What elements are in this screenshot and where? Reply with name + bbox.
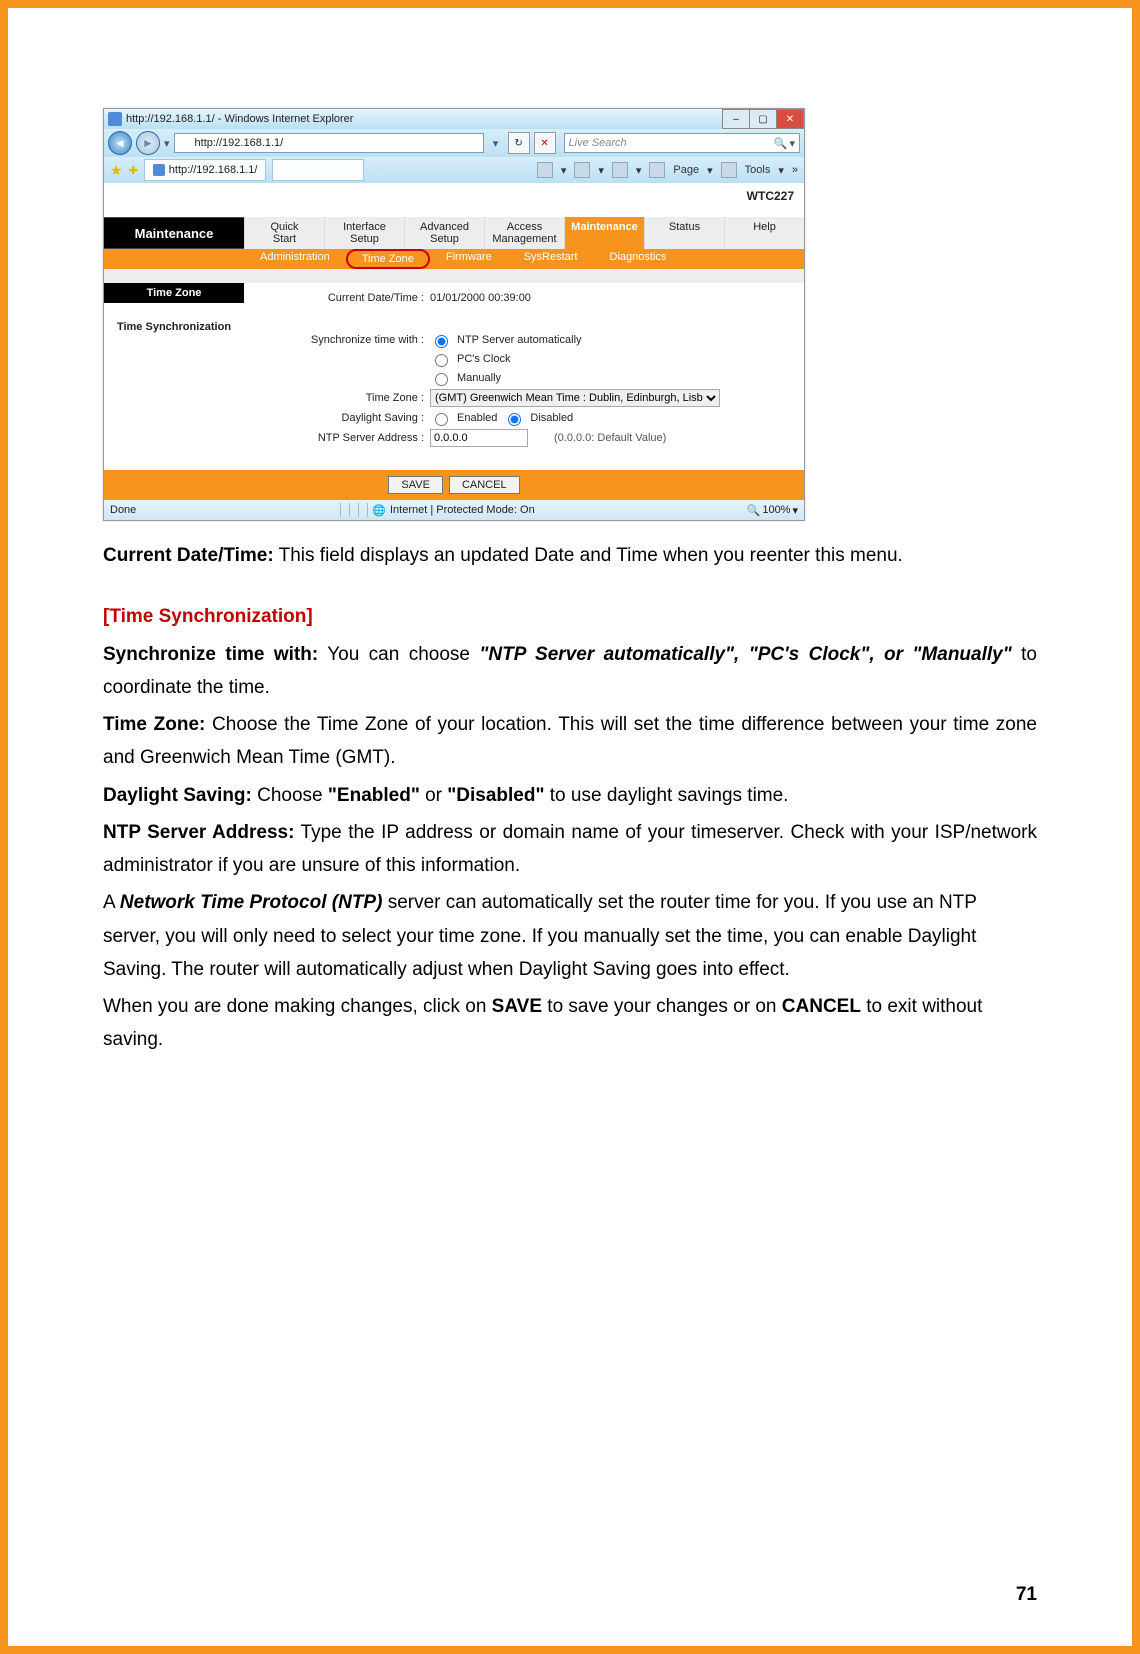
search-dropdown-icon[interactable]: ▾ [789, 137, 795, 150]
opt-manually: Manually [457, 372, 501, 384]
home-icon[interactable] [537, 162, 553, 178]
maximize-button[interactable]: ▢ [749, 109, 777, 129]
zoom-value: 100% [762, 504, 790, 516]
save-button[interactable]: SAVE [388, 476, 443, 494]
page-menu[interactable]: Page [673, 164, 699, 176]
search-placeholder: Live Search [569, 137, 627, 149]
subtab-firmware[interactable]: Firmware [430, 249, 508, 269]
tools-menu[interactable]: Tools [745, 164, 771, 176]
globe-icon: 🌐 [372, 504, 386, 517]
browser-screenshot: http://192.168.1.1/ - Windows Internet E… [103, 108, 805, 521]
text-cdt: This field displays an updated Date and … [274, 545, 903, 566]
dropdown-icon[interactable]: ▾ [561, 164, 567, 177]
refresh-button[interactable]: ↻ [508, 132, 530, 154]
dropdown-icon[interactable]: ▾ [164, 137, 170, 150]
add-favorite-icon[interactable]: ✚ [129, 164, 138, 177]
page-number: 71 [1016, 1584, 1037, 1606]
status-done: Done [110, 504, 136, 516]
label-ntp-address: NTP Server Address : [254, 432, 430, 444]
dropdown-icon[interactable]: ▾ [598, 164, 604, 177]
opt-ntp-auto: NTP Server automatically [457, 334, 582, 346]
ie-icon [108, 112, 122, 126]
page-icon [179, 137, 191, 149]
section-header-timesync: Time Synchronization [104, 303, 244, 337]
heading-timesync: [Time Synchronization] [103, 600, 1037, 633]
subtab-sysrestart[interactable]: SysRestart [508, 249, 594, 269]
section-title: Maintenance [104, 217, 244, 249]
label-sync: Synchronize time with: [103, 644, 318, 665]
opt-pc-clock: PC's Clock [457, 353, 510, 365]
search-icon[interactable]: 🔍 [774, 137, 788, 150]
tab-row: ★ ✚ http://192.168.1.1/ ▾ ▾ ▾ Page▾ Tool… [104, 157, 804, 183]
opt-ds-disabled: Disabled [530, 412, 573, 424]
tab-access-management[interactable]: AccessManagement [484, 217, 564, 249]
radio-manually[interactable] [435, 373, 448, 386]
zoom-icon[interactable]: 🔍 [747, 504, 761, 517]
brand-label: WTC227 [747, 189, 794, 203]
radio-pc-clock[interactable] [435, 354, 448, 367]
empty-tab[interactable] [272, 159, 364, 181]
subtab-administration[interactable]: Administration [244, 249, 346, 269]
value-current-datetime: 01/01/2000 00:39:00 [430, 292, 794, 304]
opt-ds-enabled: Enabled [457, 412, 497, 424]
label-cdt: Current Date/Time: [103, 545, 274, 566]
subtab-timezone[interactable]: Time Zone [346, 249, 430, 269]
status-bar: Done 🌐 Internet | Protected Mode: On 🔍 1… [104, 500, 804, 520]
label-sync: Synchronize time with : [254, 334, 430, 346]
tab-title: http://192.168.1.1/ [169, 164, 258, 176]
back-button[interactable]: ◄ [108, 131, 132, 155]
address-input[interactable]: http://192.168.1.1/ [174, 133, 484, 153]
button-row: SAVE CANCEL [104, 470, 804, 500]
tab-quick-start[interactable]: QuickStart [244, 217, 324, 249]
subtab-diagnostics[interactable]: Diagnostics [594, 249, 683, 269]
window-titlebar: http://192.168.1.1/ - Windows Internet E… [104, 109, 804, 129]
minimize-button[interactable]: – [722, 109, 750, 129]
address-dropdown-icon[interactable]: ▾ [488, 137, 504, 150]
browser-tab[interactable]: http://192.168.1.1/ [144, 159, 267, 181]
sub-nav: Administration Time Zone Firmware SysRes… [104, 249, 804, 269]
tab-advanced-setup[interactable]: AdvancedSetup [404, 217, 484, 249]
label-daylight: Daylight Saving : [254, 412, 430, 424]
zoom-dropdown-icon[interactable]: ▾ [792, 504, 798, 517]
document-body: Current Date/Time: This field displays a… [103, 539, 1037, 1057]
router-page: WTC227 Maintenance QuickStart InterfaceS… [104, 183, 804, 500]
feeds-icon[interactable] [574, 162, 590, 178]
address-bar-row: ◄ ► ▾ http://192.168.1.1/ ▾ ↻ ✕ Live Sea… [104, 129, 804, 157]
radio-ds-disabled[interactable] [508, 413, 521, 426]
input-ntp-address[interactable] [430, 429, 528, 447]
section-header-timezone: Time Zone [104, 283, 244, 303]
window-title: http://192.168.1.1/ - Windows Internet E… [126, 113, 353, 125]
chevron-right-icon[interactable]: » [792, 164, 798, 176]
tab-interface-setup[interactable]: InterfaceSetup [324, 217, 404, 249]
radio-ntp-auto[interactable] [435, 335, 448, 348]
ntp-hint: (0.0.0.0: Default Value) [554, 432, 666, 444]
favorites-icon[interactable]: ★ [110, 162, 123, 179]
forward-button[interactable]: ► [136, 131, 160, 155]
main-nav: Maintenance QuickStart InterfaceSetup Ad… [104, 217, 804, 249]
tab-maintenance[interactable]: Maintenance [564, 217, 644, 249]
tools-icon[interactable] [721, 162, 737, 178]
label-ds: Daylight Saving: [103, 785, 252, 806]
content-area: Time Zone Time Synchronization Current D… [104, 283, 804, 470]
tab-favicon [153, 164, 165, 176]
select-timezone[interactable]: (GMT) Greenwich Mean Time : Dublin, Edin… [430, 389, 720, 407]
radio-ds-enabled[interactable] [435, 413, 448, 426]
tab-status[interactable]: Status [644, 217, 724, 249]
label-current-datetime: Current Date/Time : [254, 292, 430, 304]
search-input[interactable]: Live Search 🔍 ▾ [564, 133, 800, 153]
url-text: http://192.168.1.1/ [195, 137, 284, 149]
dropdown-icon[interactable]: ▾ [636, 164, 642, 177]
stop-button[interactable]: ✕ [534, 132, 556, 154]
close-button[interactable]: ✕ [776, 109, 804, 129]
label-tz: Time Zone: [103, 714, 205, 735]
status-zone: Internet | Protected Mode: On [390, 504, 535, 516]
tab-help[interactable]: Help [724, 217, 804, 249]
page-icon[interactable] [649, 162, 665, 178]
label-ntp: NTP Server Address: [103, 822, 294, 843]
label-timezone: Time Zone : [254, 392, 430, 404]
print-icon[interactable] [612, 162, 628, 178]
command-bar: ▾ ▾ ▾ Page▾ Tools▾ » [537, 162, 798, 178]
cancel-button[interactable]: CANCEL [449, 476, 520, 494]
